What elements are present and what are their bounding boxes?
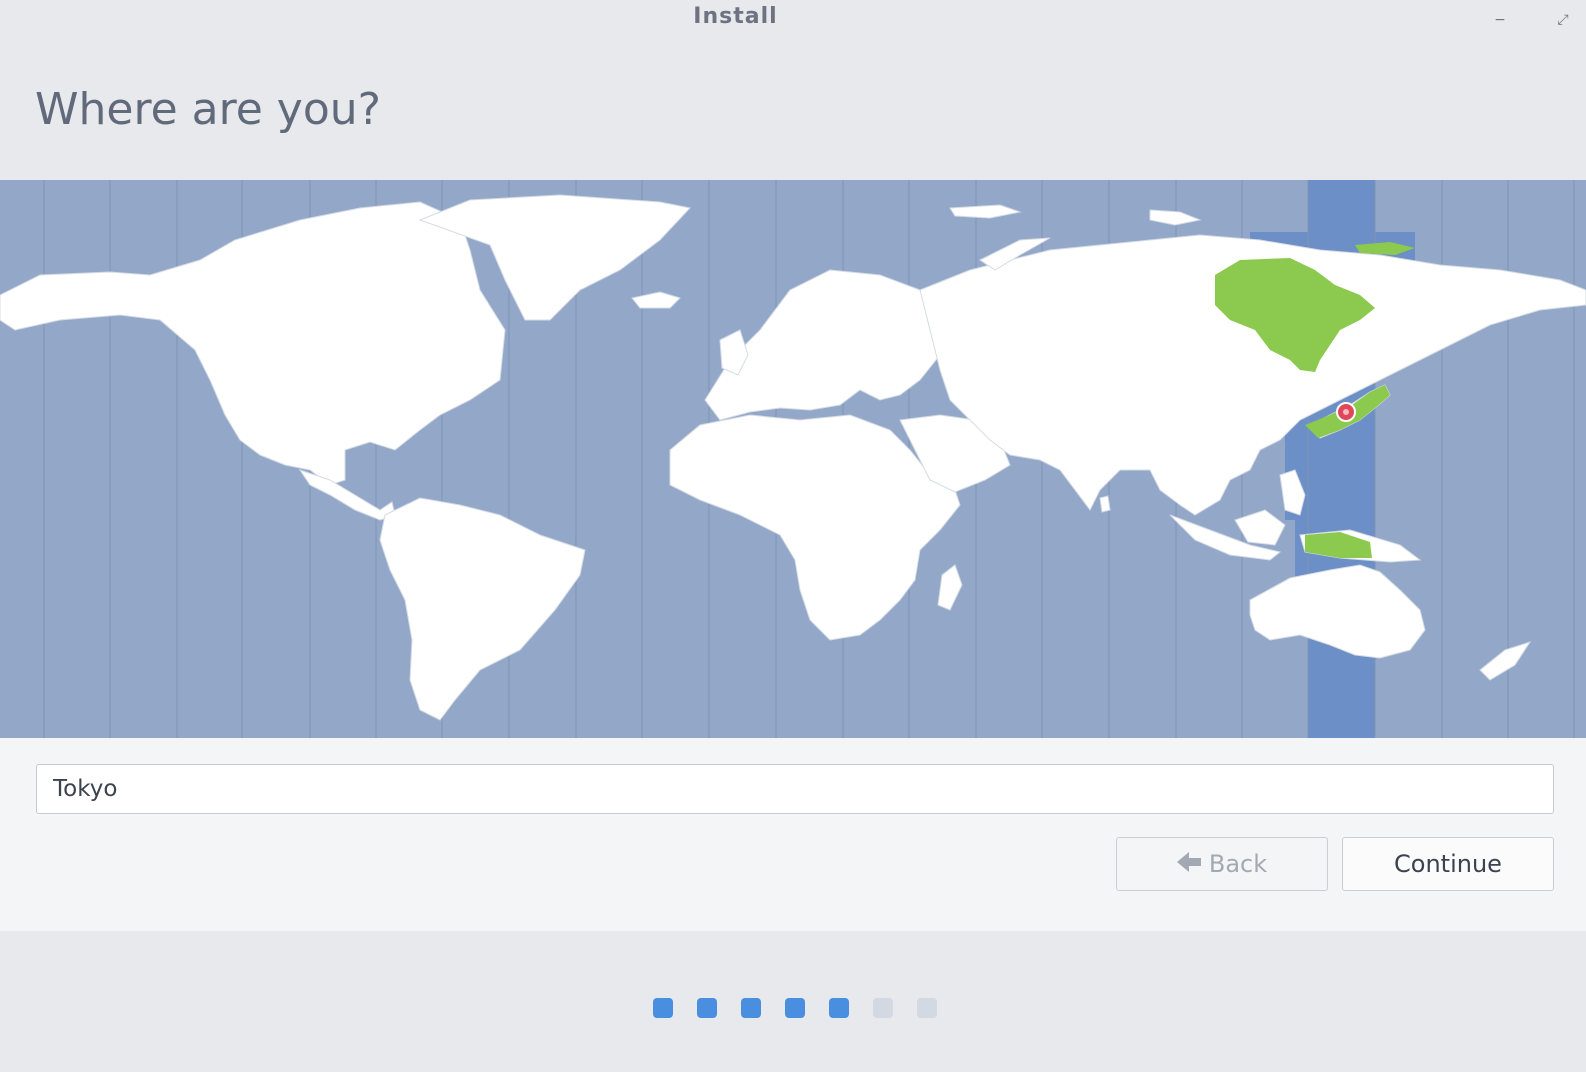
window-title: Install (693, 4, 778, 29)
footer (0, 931, 1586, 1072)
form-area: Back Continue (0, 738, 1586, 931)
world-map[interactable] (0, 180, 1586, 738)
maximize-icon[interactable]: ⤢ (1551, 8, 1575, 32)
progress-step (653, 998, 673, 1018)
minimize-icon[interactable]: − (1488, 8, 1512, 32)
progress-step (829, 998, 849, 1018)
sri-lanka-shape (1099, 495, 1111, 513)
arrow-left-icon (1176, 850, 1201, 878)
back-button[interactable]: Back (1116, 837, 1328, 891)
timezone-map[interactable] (0, 180, 1586, 738)
timezone-input[interactable] (36, 764, 1554, 814)
progress-step (741, 998, 761, 1018)
continue-button[interactable]: Continue (1342, 837, 1554, 891)
progress-step (917, 998, 937, 1018)
location-pin-icon (1336, 402, 1356, 422)
progress-step (785, 998, 805, 1018)
progress-step (873, 998, 893, 1018)
progress-step (697, 998, 717, 1018)
back-button-label: Back (1208, 850, 1268, 878)
header: Where are you? (0, 40, 1586, 180)
page-title: Where are you? (35, 84, 381, 135)
window-titlebar: Install − ⤢ (0, 0, 1586, 40)
progress-indicator (653, 998, 937, 1018)
